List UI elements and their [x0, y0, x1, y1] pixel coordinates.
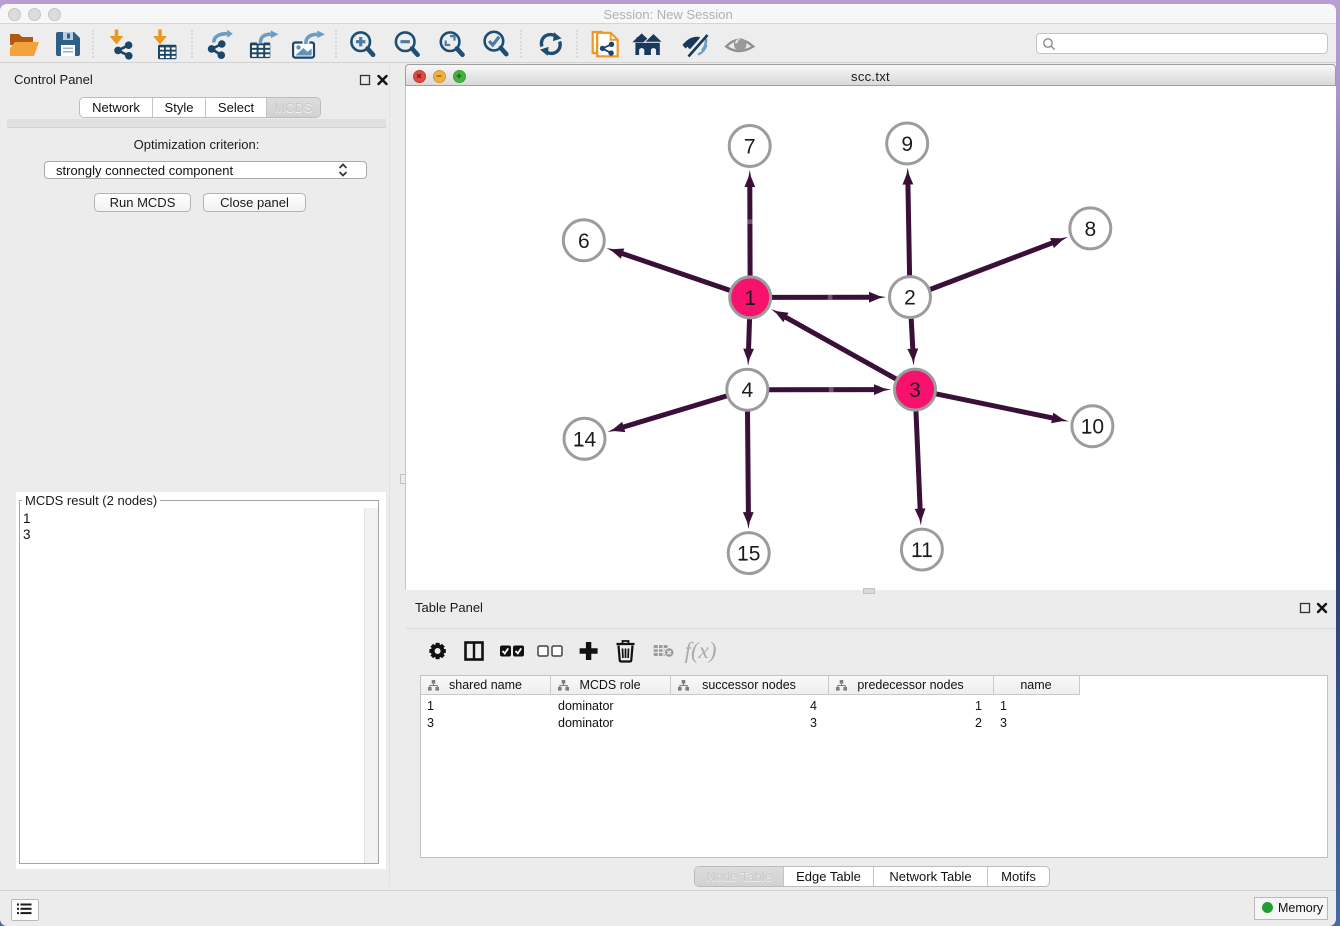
- svg-text:8: 8: [1084, 218, 1096, 241]
- svg-text:1: 1: [744, 287, 756, 310]
- svg-text:f(x): f(x): [685, 638, 717, 663]
- svg-text:9: 9: [901, 133, 913, 156]
- svg-text:15: 15: [737, 543, 760, 566]
- svg-text:14: 14: [573, 428, 597, 451]
- svg-text:10: 10: [1081, 416, 1104, 439]
- svg-text:11: 11: [911, 539, 933, 562]
- svg-text:2: 2: [904, 287, 916, 310]
- svg-text:4: 4: [741, 379, 753, 402]
- svg-text:3: 3: [909, 379, 921, 402]
- svg-text:6: 6: [578, 230, 590, 253]
- svg-text:7: 7: [744, 136, 756, 159]
